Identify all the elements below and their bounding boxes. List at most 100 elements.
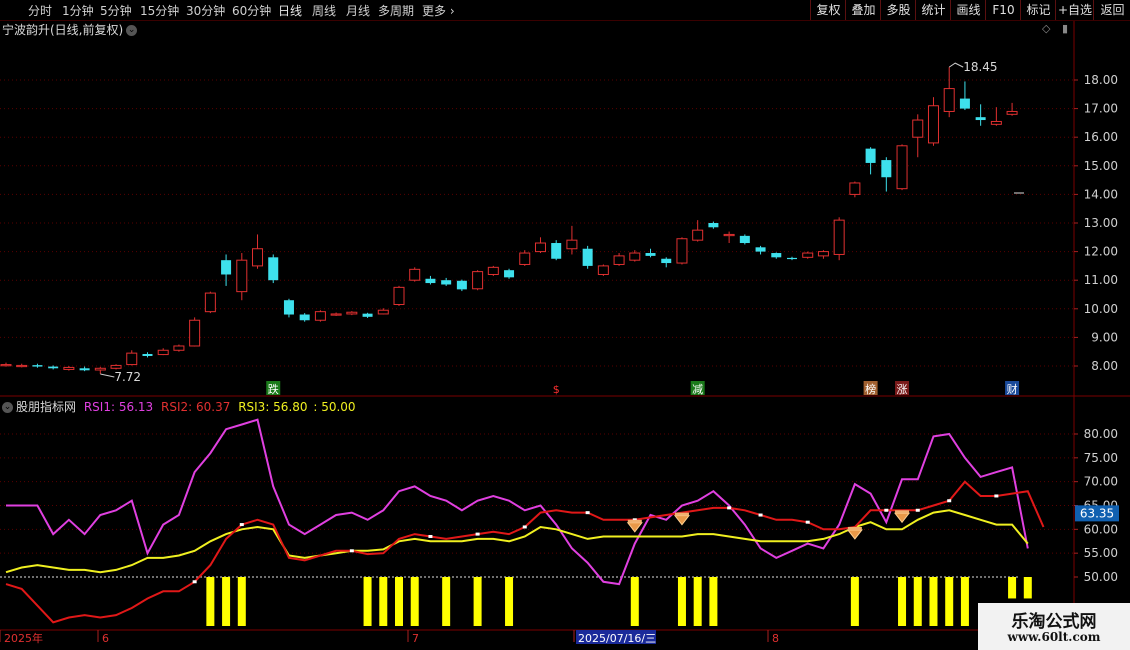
timeframe-tab-9[interactable]: 多周期 bbox=[378, 2, 414, 19]
date-label: 6 bbox=[102, 632, 109, 645]
candle-body bbox=[362, 313, 373, 317]
signal-bar bbox=[898, 577, 907, 626]
stock-title: 宁波韵升(日线,前复权) bbox=[2, 23, 124, 37]
low-pointer bbox=[100, 373, 115, 378]
diamond-icon bbox=[846, 529, 863, 540]
candle-body bbox=[330, 313, 342, 316]
low-price-label: 7.72 bbox=[114, 370, 141, 384]
toolbar-button-6[interactable]: 标记 bbox=[1020, 0, 1056, 20]
rsi2-tick bbox=[727, 506, 732, 510]
timeframe-tab-1[interactable]: 1分钟 bbox=[62, 2, 94, 19]
rsi1-label: RSI1: 56.13 bbox=[83, 400, 154, 414]
toolbar-button-8[interactable]: 返回 bbox=[1093, 0, 1130, 20]
rsi2-tick bbox=[915, 508, 920, 512]
timeframe-tab-3[interactable]: 15分钟 bbox=[140, 2, 179, 19]
toolbar-button-0[interactable]: 复权 bbox=[810, 0, 846, 20]
candle-body bbox=[221, 260, 232, 275]
date-label: 7 bbox=[412, 632, 419, 645]
timeframe-tab-4[interactable]: 30分钟 bbox=[186, 2, 225, 19]
signal-bar bbox=[850, 577, 859, 626]
signal-bar bbox=[960, 577, 969, 626]
candle-body bbox=[534, 242, 546, 253]
timeframe-tab-5[interactable]: 60分钟 bbox=[232, 2, 271, 19]
toolbar-button-1[interactable]: 叠加 bbox=[845, 0, 881, 20]
candle-body bbox=[833, 219, 845, 255]
chevron-down-icon[interactable]: ⌄ bbox=[2, 402, 13, 413]
candle-body bbox=[126, 352, 138, 366]
candle-body bbox=[377, 309, 389, 315]
candle-body bbox=[990, 120, 1002, 125]
candle-body bbox=[142, 353, 153, 356]
candle-body bbox=[32, 365, 43, 367]
date-label: 2025/07/16/三 bbox=[578, 632, 656, 645]
candle-body bbox=[787, 257, 797, 260]
diamond-icon[interactable]: ◇ bbox=[1042, 22, 1050, 35]
watermark-title: 乐淘公式网 bbox=[1011, 612, 1097, 632]
rsi2-tick bbox=[522, 525, 527, 529]
candle-body bbox=[456, 280, 467, 290]
price-axis-label: 11.00 bbox=[1084, 273, 1118, 287]
timeframe-tab-7[interactable]: 周线 bbox=[312, 2, 336, 19]
candle-body bbox=[314, 311, 326, 321]
signal-bar bbox=[630, 577, 639, 626]
signal-bar bbox=[473, 577, 482, 626]
candle-body bbox=[692, 229, 704, 241]
toolbar-button-4[interactable]: 画线 bbox=[950, 0, 986, 20]
high-pointer bbox=[948, 62, 964, 68]
candle-body bbox=[676, 238, 688, 264]
watermark-url: www.60lt.com bbox=[1007, 630, 1101, 644]
candle-body bbox=[252, 248, 264, 267]
candle-body bbox=[173, 345, 185, 351]
timeframe-tab-2[interactable]: 5分钟 bbox=[100, 2, 132, 19]
rsi2-label: RSI2: 60.37 bbox=[161, 400, 231, 414]
candle-body bbox=[16, 364, 28, 368]
event-marker: 涨 bbox=[897, 383, 908, 396]
candle-body bbox=[551, 243, 562, 259]
indicator-axis-label: 70.00 bbox=[1084, 475, 1118, 489]
candle-body bbox=[771, 253, 782, 258]
candle-body bbox=[817, 251, 829, 257]
timeframe-tab-10[interactable]: 更多 › bbox=[422, 2, 455, 19]
candle-body bbox=[157, 349, 169, 356]
toolbar-button-5[interactable]: F10 bbox=[985, 0, 1021, 20]
candle-body bbox=[63, 366, 75, 370]
timeframe-tab-0[interactable]: 分时 bbox=[28, 2, 52, 19]
toolbar-button-3[interactable]: 统计 bbox=[915, 0, 951, 20]
price-axis-label: 13.00 bbox=[1084, 216, 1118, 230]
candle-body bbox=[708, 223, 719, 228]
price-axis-label: 14.00 bbox=[1084, 187, 1118, 201]
indicator-axis-label: 50.00 bbox=[1084, 570, 1118, 584]
price-axis-label: 16.00 bbox=[1084, 130, 1118, 144]
candle-body bbox=[472, 271, 484, 290]
toolbar-button-2[interactable]: 多股 bbox=[880, 0, 916, 20]
price-axis-label: 17.00 bbox=[1084, 102, 1118, 116]
rsi2-tick bbox=[884, 508, 889, 512]
signal-bar bbox=[505, 577, 514, 626]
indicator-name[interactable]: 股朋指标网 bbox=[16, 400, 76, 414]
chevron-down-icon[interactable]: ⌄ bbox=[126, 25, 138, 36]
candle-body bbox=[0, 364, 12, 367]
signal-bar bbox=[709, 577, 718, 626]
timeframe-tab-6[interactable]: 日线 bbox=[278, 2, 302, 19]
stock-header: 宁波韵升(日线,前复权) ⌄ bbox=[2, 21, 138, 38]
chart-canvas[interactable]: 18.00 17.00 16.00 15.00 14.00 13.00 12.00 11.00… bbox=[0, 0, 1130, 650]
scroll-handle-icon[interactable]: ▮ bbox=[1062, 22, 1068, 35]
candle-body bbox=[236, 259, 248, 293]
candle-body bbox=[723, 233, 735, 237]
signal-bar bbox=[206, 577, 215, 626]
candle-body bbox=[912, 119, 924, 138]
rsi3-line bbox=[5, 509, 1029, 574]
candle-body bbox=[299, 314, 310, 321]
candle-body bbox=[79, 368, 90, 371]
timeframe-tab-8[interactable]: 月线 bbox=[346, 2, 370, 19]
event-marker: 跌 bbox=[268, 382, 279, 396]
candle-body bbox=[519, 252, 531, 265]
event-marker: 财 bbox=[1007, 382, 1018, 396]
price-axis-label: 8.00 bbox=[1091, 359, 1118, 373]
rsi2-tick bbox=[585, 511, 590, 515]
rsi1-line bbox=[6, 418, 1029, 586]
candle-body bbox=[409, 268, 421, 281]
toolbar-button-7[interactable]: +自选 bbox=[1055, 0, 1094, 20]
candle-body bbox=[802, 252, 814, 258]
date-label: 2025年 bbox=[4, 631, 43, 645]
